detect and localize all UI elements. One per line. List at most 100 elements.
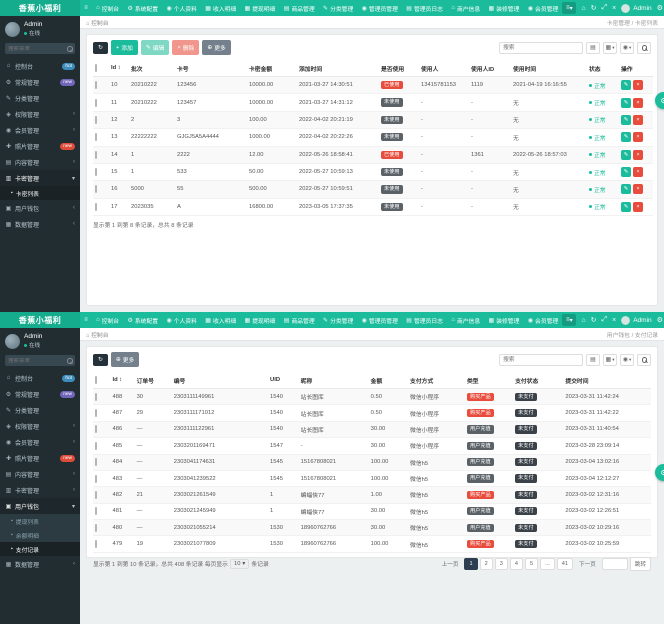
jump-button[interactable]: 跳转: [629, 556, 651, 571]
sidebar-item-用户钱包[interactable]: ▣ 用户钱包 ‹: [0, 200, 80, 216]
row-checkbox[interactable]: [95, 523, 97, 532]
layout-toggle-button[interactable]: ▤: [586, 41, 600, 54]
sidebar-search-input[interactable]: [8, 357, 67, 364]
row-checkbox[interactable]: [95, 490, 97, 499]
row-checkbox[interactable]: [95, 98, 97, 107]
row-checkbox[interactable]: [95, 392, 97, 401]
page-button-41[interactable]: 41: [556, 557, 573, 570]
fullscreen-icon[interactable]: ⤢: [602, 4, 608, 12]
sidebar-item-分类管理[interactable]: ✎ 分类管理: [0, 90, 80, 106]
submenu-item-余额明细[interactable]: ▪ 余额明细: [0, 528, 80, 542]
nav-item-管理员日志[interactable]: ▤ 管理员日志: [402, 312, 447, 328]
delete-button[interactable]: ×: [633, 80, 643, 91]
row-checkbox[interactable]: [95, 185, 97, 194]
edit-button[interactable]: ✎: [621, 201, 631, 212]
page-size-select[interactable]: 10 ▾: [229, 558, 250, 569]
row-checkbox[interactable]: [95, 474, 97, 483]
user-menu[interactable]: Admin: [621, 315, 652, 325]
header-menu-dropdown[interactable]: ≡ ▾: [562, 2, 577, 14]
sidebar-search-input[interactable]: [8, 45, 67, 52]
row-checkbox[interactable]: [95, 81, 97, 90]
row-checkbox[interactable]: [95, 115, 97, 124]
nav-item-会员管理[interactable]: ◉ 会员管理: [524, 0, 563, 16]
delete-button[interactable]: ×: [633, 149, 643, 160]
delete-button[interactable]: ×: [633, 167, 643, 178]
select-all-checkbox[interactable]: [95, 376, 97, 384]
row-checkbox[interactable]: [95, 202, 97, 211]
next-page-button[interactable]: 下一页: [575, 558, 600, 570]
sidebar-toggle[interactable]: ≡: [80, 0, 92, 16]
refresh-button[interactable]: ↻: [93, 353, 108, 366]
search-button[interactable]: [637, 41, 651, 54]
sidebar-toggle[interactable]: ≡: [80, 312, 92, 328]
sidebar-item-用户钱包[interactable]: ▣ 用户钱包 ▾: [0, 498, 80, 515]
edit-button[interactable]: ✎: [621, 132, 631, 143]
sidebar-item-内容管理[interactable]: ▤ 内容管理 ‹: [0, 466, 80, 482]
nav-item-会员管理[interactable]: ◉ 会员管理: [524, 312, 563, 328]
edit-button[interactable]: ✎: [621, 114, 631, 125]
nav-item-装修管理[interactable]: ▦ 装修管理: [484, 312, 523, 328]
sidebar-item-卡密管理[interactable]: ▥ 卡密管理 ‹: [0, 482, 80, 498]
edit-button[interactable]: ✎: [621, 149, 631, 160]
sidebar-item-内容管理[interactable]: ▤ 内容管理 ‹: [0, 154, 80, 170]
nav-item-系统配置[interactable]: ⚙ 系统配置: [123, 0, 162, 16]
more-button[interactable]: ⊕ 更多: [202, 40, 231, 55]
export-button[interactable]: ◉ ▾: [620, 353, 634, 366]
nav-item-提现明细[interactable]: ▦ 提现明细: [240, 0, 279, 16]
close-icon[interactable]: ×: [612, 5, 616, 12]
close-icon[interactable]: ×: [612, 317, 616, 324]
nav-item-商品管理[interactable]: ▤ 商品管理: [280, 0, 319, 16]
nav-item-收入明细[interactable]: ▦ 收入明细: [201, 0, 240, 16]
layout-toggle-button[interactable]: ▤: [586, 353, 600, 366]
sort-icon[interactable]: ↕: [116, 65, 121, 71]
page-button-3[interactable]: 3: [494, 557, 508, 570]
submenu-item-提现列表[interactable]: ▪ 提现列表: [0, 514, 80, 528]
nav-item-控制台[interactable]: ⌂ 控制台: [92, 0, 123, 16]
prev-page-button[interactable]: 上一页: [438, 558, 463, 570]
header-menu-dropdown[interactable]: ≡ ▾: [562, 314, 577, 326]
fullscreen-icon[interactable]: ⤢: [602, 316, 608, 324]
sidebar-item-数据管理[interactable]: ▦ 数据管理 ‹: [0, 216, 80, 232]
nav-item-个人资料[interactable]: ◉ 个人资料: [162, 312, 201, 328]
gear-icon[interactable]: ⚙: [657, 316, 663, 324]
user-menu[interactable]: Admin: [621, 3, 652, 13]
sidebar-item-数据管理[interactable]: ▦ 数据管理 ‹: [0, 556, 80, 572]
sidebar-item-常规管理[interactable]: ⚙ 常规管理 new: [0, 386, 80, 402]
sidebar-item-会员管理[interactable]: ◉ 会员管理 ‹: [0, 122, 80, 138]
sidebar-item-分类管理[interactable]: ✎ 分类管理: [0, 402, 80, 418]
row-checkbox[interactable]: [95, 133, 97, 142]
nav-item-管理员日志[interactable]: ▤ 管理员日志: [402, 0, 447, 16]
nav-item-系统配置[interactable]: ⚙ 系统配置: [123, 312, 162, 328]
nav-item-分类管理[interactable]: ✎ 分类管理: [319, 0, 358, 16]
delete-button[interactable]: ×: [633, 132, 643, 143]
select-all-checkbox[interactable]: [95, 64, 97, 72]
sidebar-item-权限管理[interactable]: ◈ 权限管理 ‹: [0, 418, 80, 434]
sidebar-item-常规管理[interactable]: ⚙ 常规管理 new: [0, 74, 80, 90]
row-checkbox[interactable]: [95, 441, 97, 450]
edit-button[interactable]: ✎ 编辑: [140, 40, 170, 55]
page-button-...[interactable]: ...: [540, 557, 555, 570]
page-button-4[interactable]: 4: [509, 557, 523, 570]
sidebar-item-卡密管理[interactable]: ▥ 卡密管理 ▾: [0, 170, 80, 187]
page-button-5[interactable]: 5: [524, 557, 539, 570]
export-button[interactable]: ◉ ▾: [620, 41, 634, 54]
gear-icon[interactable]: ⚙: [657, 4, 663, 12]
row-checkbox[interactable]: [95, 168, 97, 177]
sort-icon[interactable]: ↕: [118, 377, 122, 383]
delete-button[interactable]: ×: [633, 114, 643, 125]
submenu-item-支付记录[interactable]: ▪ 支付记录: [0, 542, 80, 557]
nav-item-商户信息[interactable]: ⌂ 商户信息: [447, 312, 484, 328]
add-button[interactable]: + 添加: [110, 40, 138, 55]
table-search-input[interactable]: [499, 353, 583, 366]
nav-item-控制台[interactable]: ⌂ 控制台: [92, 312, 123, 328]
sidebar-item-照片管理[interactable]: ✚ 照片管理 new: [0, 138, 80, 154]
delete-button[interactable]: ×: [633, 184, 643, 195]
home-icon[interactable]: ⌂: [581, 317, 585, 324]
refresh-icon[interactable]: ↻: [591, 4, 597, 12]
nav-item-商品管理[interactable]: ▤ 商品管理: [280, 312, 319, 328]
nav-item-个人资料[interactable]: ◉ 个人资料: [162, 0, 201, 16]
row-checkbox[interactable]: [95, 425, 97, 434]
delete-button[interactable]: ×: [633, 97, 643, 108]
row-checkbox[interactable]: [95, 458, 97, 467]
page-button-2[interactable]: 2: [479, 557, 493, 570]
